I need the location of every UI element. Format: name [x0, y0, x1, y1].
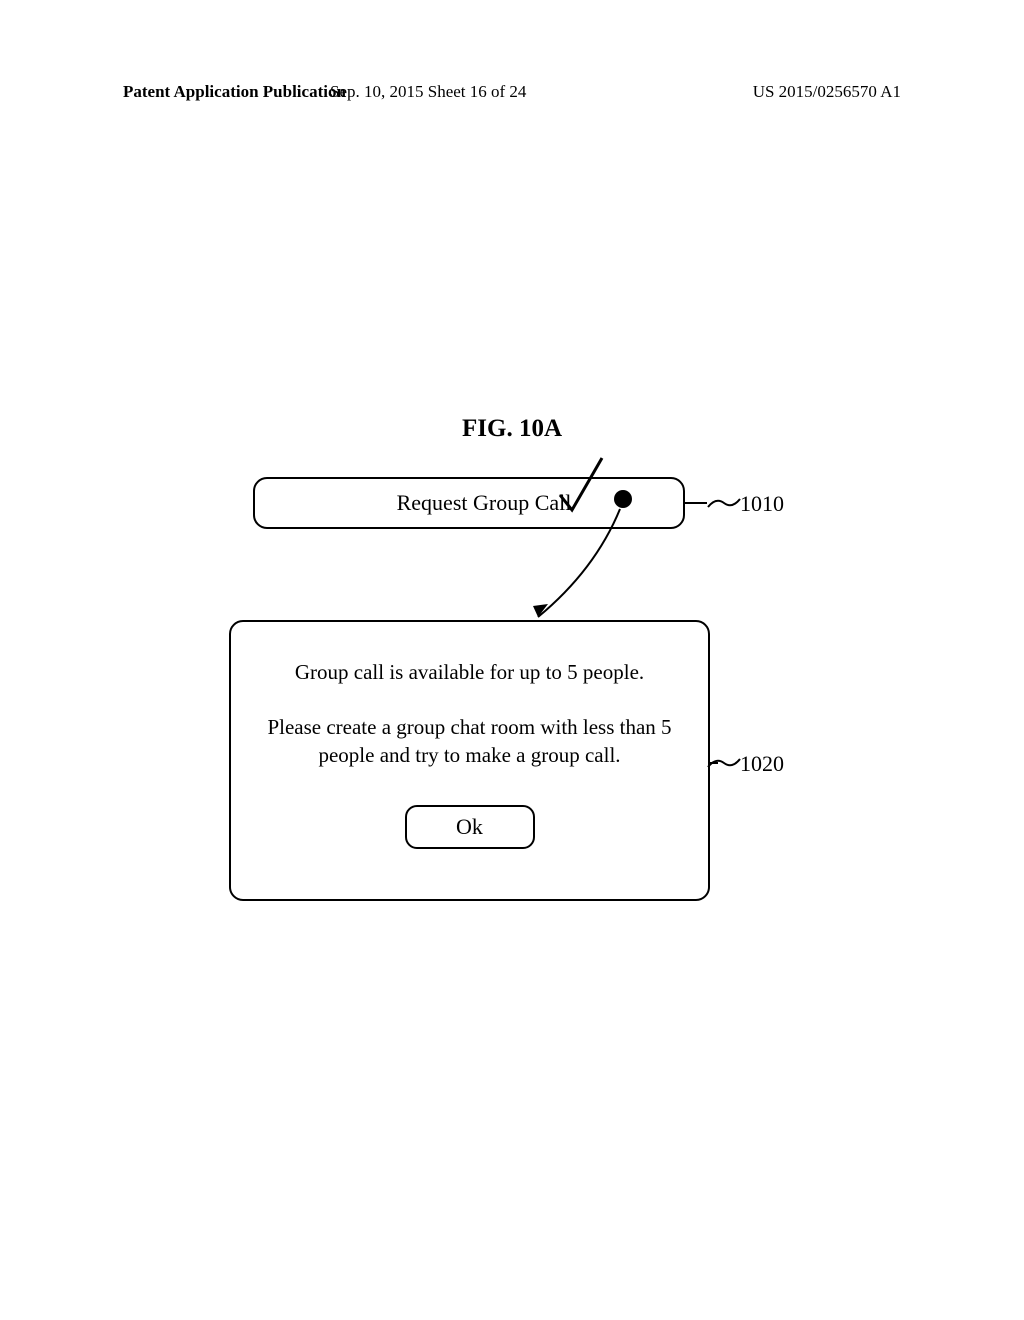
reference-numeral-1020: 1020: [740, 751, 784, 777]
reference-numeral-1010: 1010: [740, 491, 784, 517]
header-date-sheet: Sep. 10, 2015 Sheet 16 of 24: [330, 82, 526, 102]
group-call-limit-dialog: Group call is available for up to 5 peop…: [229, 620, 710, 901]
dialog-message-line1: Group call is available for up to 5 peop…: [251, 660, 688, 685]
header-publication-type: Patent Application Publication: [123, 82, 346, 102]
request-group-call-button[interactable]: Request Group Call: [253, 477, 685, 529]
ok-button-label: Ok: [456, 814, 483, 839]
leader-1010: [685, 499, 740, 507]
ok-button[interactable]: Ok: [405, 805, 535, 849]
header-patent-number: US 2015/0256570 A1: [753, 82, 901, 102]
request-label: Request Group Call: [397, 490, 572, 516]
leader-1020: [708, 759, 740, 767]
page-header: Patent Application Publication Sep. 10, …: [0, 82, 1024, 102]
dialog-message-line2: Please create a group chat room with les…: [251, 713, 688, 770]
figure-title: FIG. 10A: [0, 415, 1024, 443]
